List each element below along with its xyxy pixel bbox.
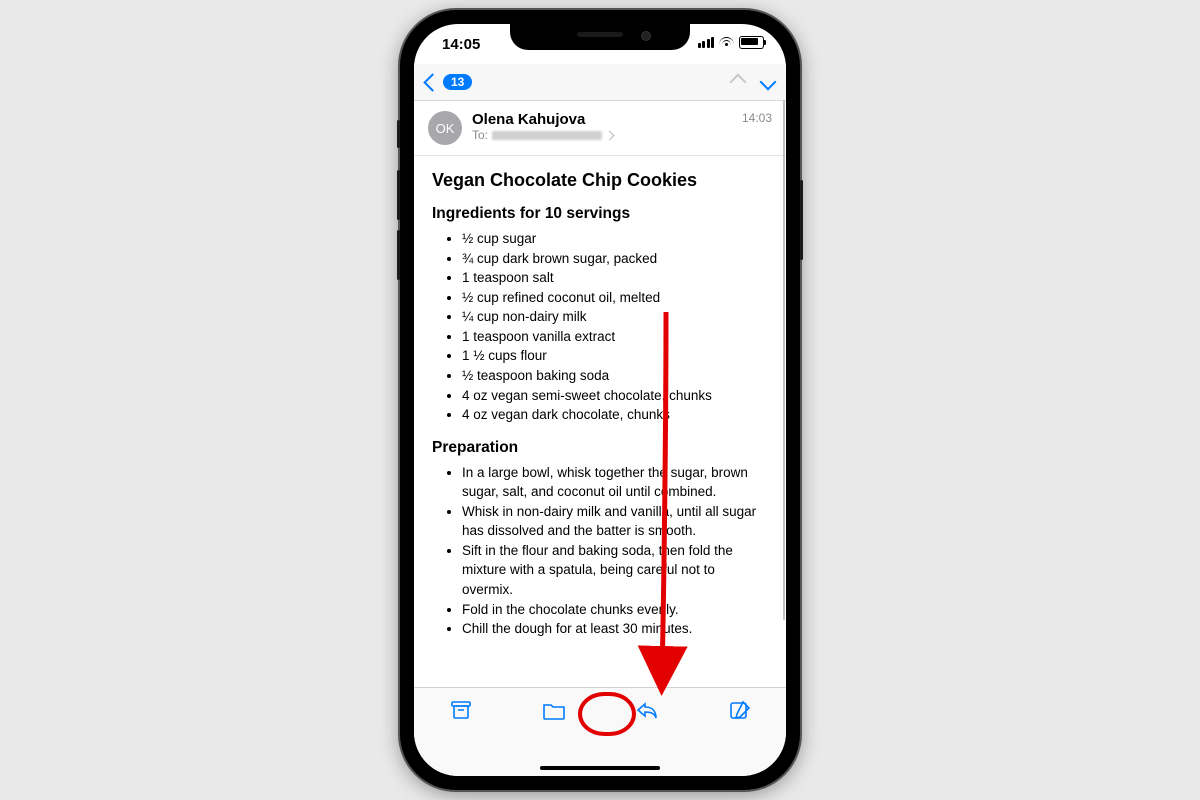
list-item: 1 teaspoon vanilla extract bbox=[462, 327, 768, 347]
list-item: In a large bowl, whisk together the suga… bbox=[462, 463, 768, 502]
reply-button[interactable] bbox=[633, 698, 661, 722]
screen: 14:05 13 OK Olena Kahujova T bbox=[414, 24, 786, 776]
avatar: OK bbox=[428, 111, 462, 145]
ingredients-heading: Ingredients for 10 servings bbox=[432, 205, 768, 223]
wifi-icon bbox=[719, 37, 734, 48]
battery-icon bbox=[739, 36, 764, 49]
preparation-list: In a large bowl, whisk together the suga… bbox=[432, 463, 768, 639]
list-item: Sift in the flour and baking soda, then … bbox=[462, 541, 768, 600]
list-item: 1 teaspoon salt bbox=[462, 268, 768, 288]
phone-frame: 14:05 13 OK Olena Kahujova T bbox=[400, 10, 800, 790]
recipient-line[interactable]: To: bbox=[472, 128, 732, 142]
chevron-left-icon bbox=[423, 73, 441, 91]
list-item: ½ cup refined coconut oil, melted bbox=[462, 288, 768, 308]
preparation-heading: Preparation bbox=[432, 439, 768, 457]
move-button[interactable] bbox=[540, 698, 568, 722]
email-title: Vegan Chocolate Chip Cookies bbox=[432, 170, 768, 191]
chevron-right-icon bbox=[605, 130, 615, 140]
list-item: Whisk in non-dairy milk and vanilla, unt… bbox=[462, 502, 768, 541]
sender-name: Olena Kahujova bbox=[472, 111, 732, 128]
list-item: Chill the dough for at least 30 minutes. bbox=[462, 619, 768, 639]
back-button[interactable]: 13 bbox=[426, 74, 472, 90]
compose-button[interactable] bbox=[726, 698, 754, 722]
list-item: 4 oz vegan semi-sweet chocolate, chunks bbox=[462, 386, 768, 406]
email-time: 14:03 bbox=[742, 111, 772, 145]
list-item: ¼ cup non-dairy milk bbox=[462, 307, 768, 327]
list-item: 1 ½ cups flour bbox=[462, 346, 768, 366]
email-header[interactable]: OK Olena Kahujova To: 14:03 bbox=[414, 101, 786, 156]
notch bbox=[510, 24, 690, 50]
home-indicator[interactable] bbox=[540, 766, 660, 770]
nav-bar: 13 bbox=[414, 64, 786, 101]
recipient-redacted bbox=[492, 131, 602, 140]
scroll-indicator bbox=[783, 100, 785, 620]
status-time: 14:05 bbox=[442, 36, 480, 53]
cellular-icon bbox=[698, 37, 715, 48]
to-label: To: bbox=[472, 128, 488, 142]
list-item: ½ teaspoon baking soda bbox=[462, 366, 768, 386]
bottom-toolbar bbox=[414, 687, 786, 776]
list-item: ¾ cup dark brown sugar, packed bbox=[462, 249, 768, 269]
list-item: 4 oz vegan dark chocolate, chunks bbox=[462, 405, 768, 425]
list-item: ½ cup sugar bbox=[462, 229, 768, 249]
ingredients-list: ½ cup sugar¾ cup dark brown sugar, packe… bbox=[432, 229, 768, 425]
prev-message-button[interactable] bbox=[730, 74, 747, 91]
archive-button[interactable] bbox=[447, 698, 475, 722]
unread-badge: 13 bbox=[443, 74, 472, 90]
next-message-button[interactable] bbox=[760, 74, 777, 91]
email-body[interactable]: Vegan Chocolate Chip Cookies Ingredients… bbox=[414, 156, 786, 698]
list-item: Fold in the chocolate chunks evenly. bbox=[462, 600, 768, 620]
